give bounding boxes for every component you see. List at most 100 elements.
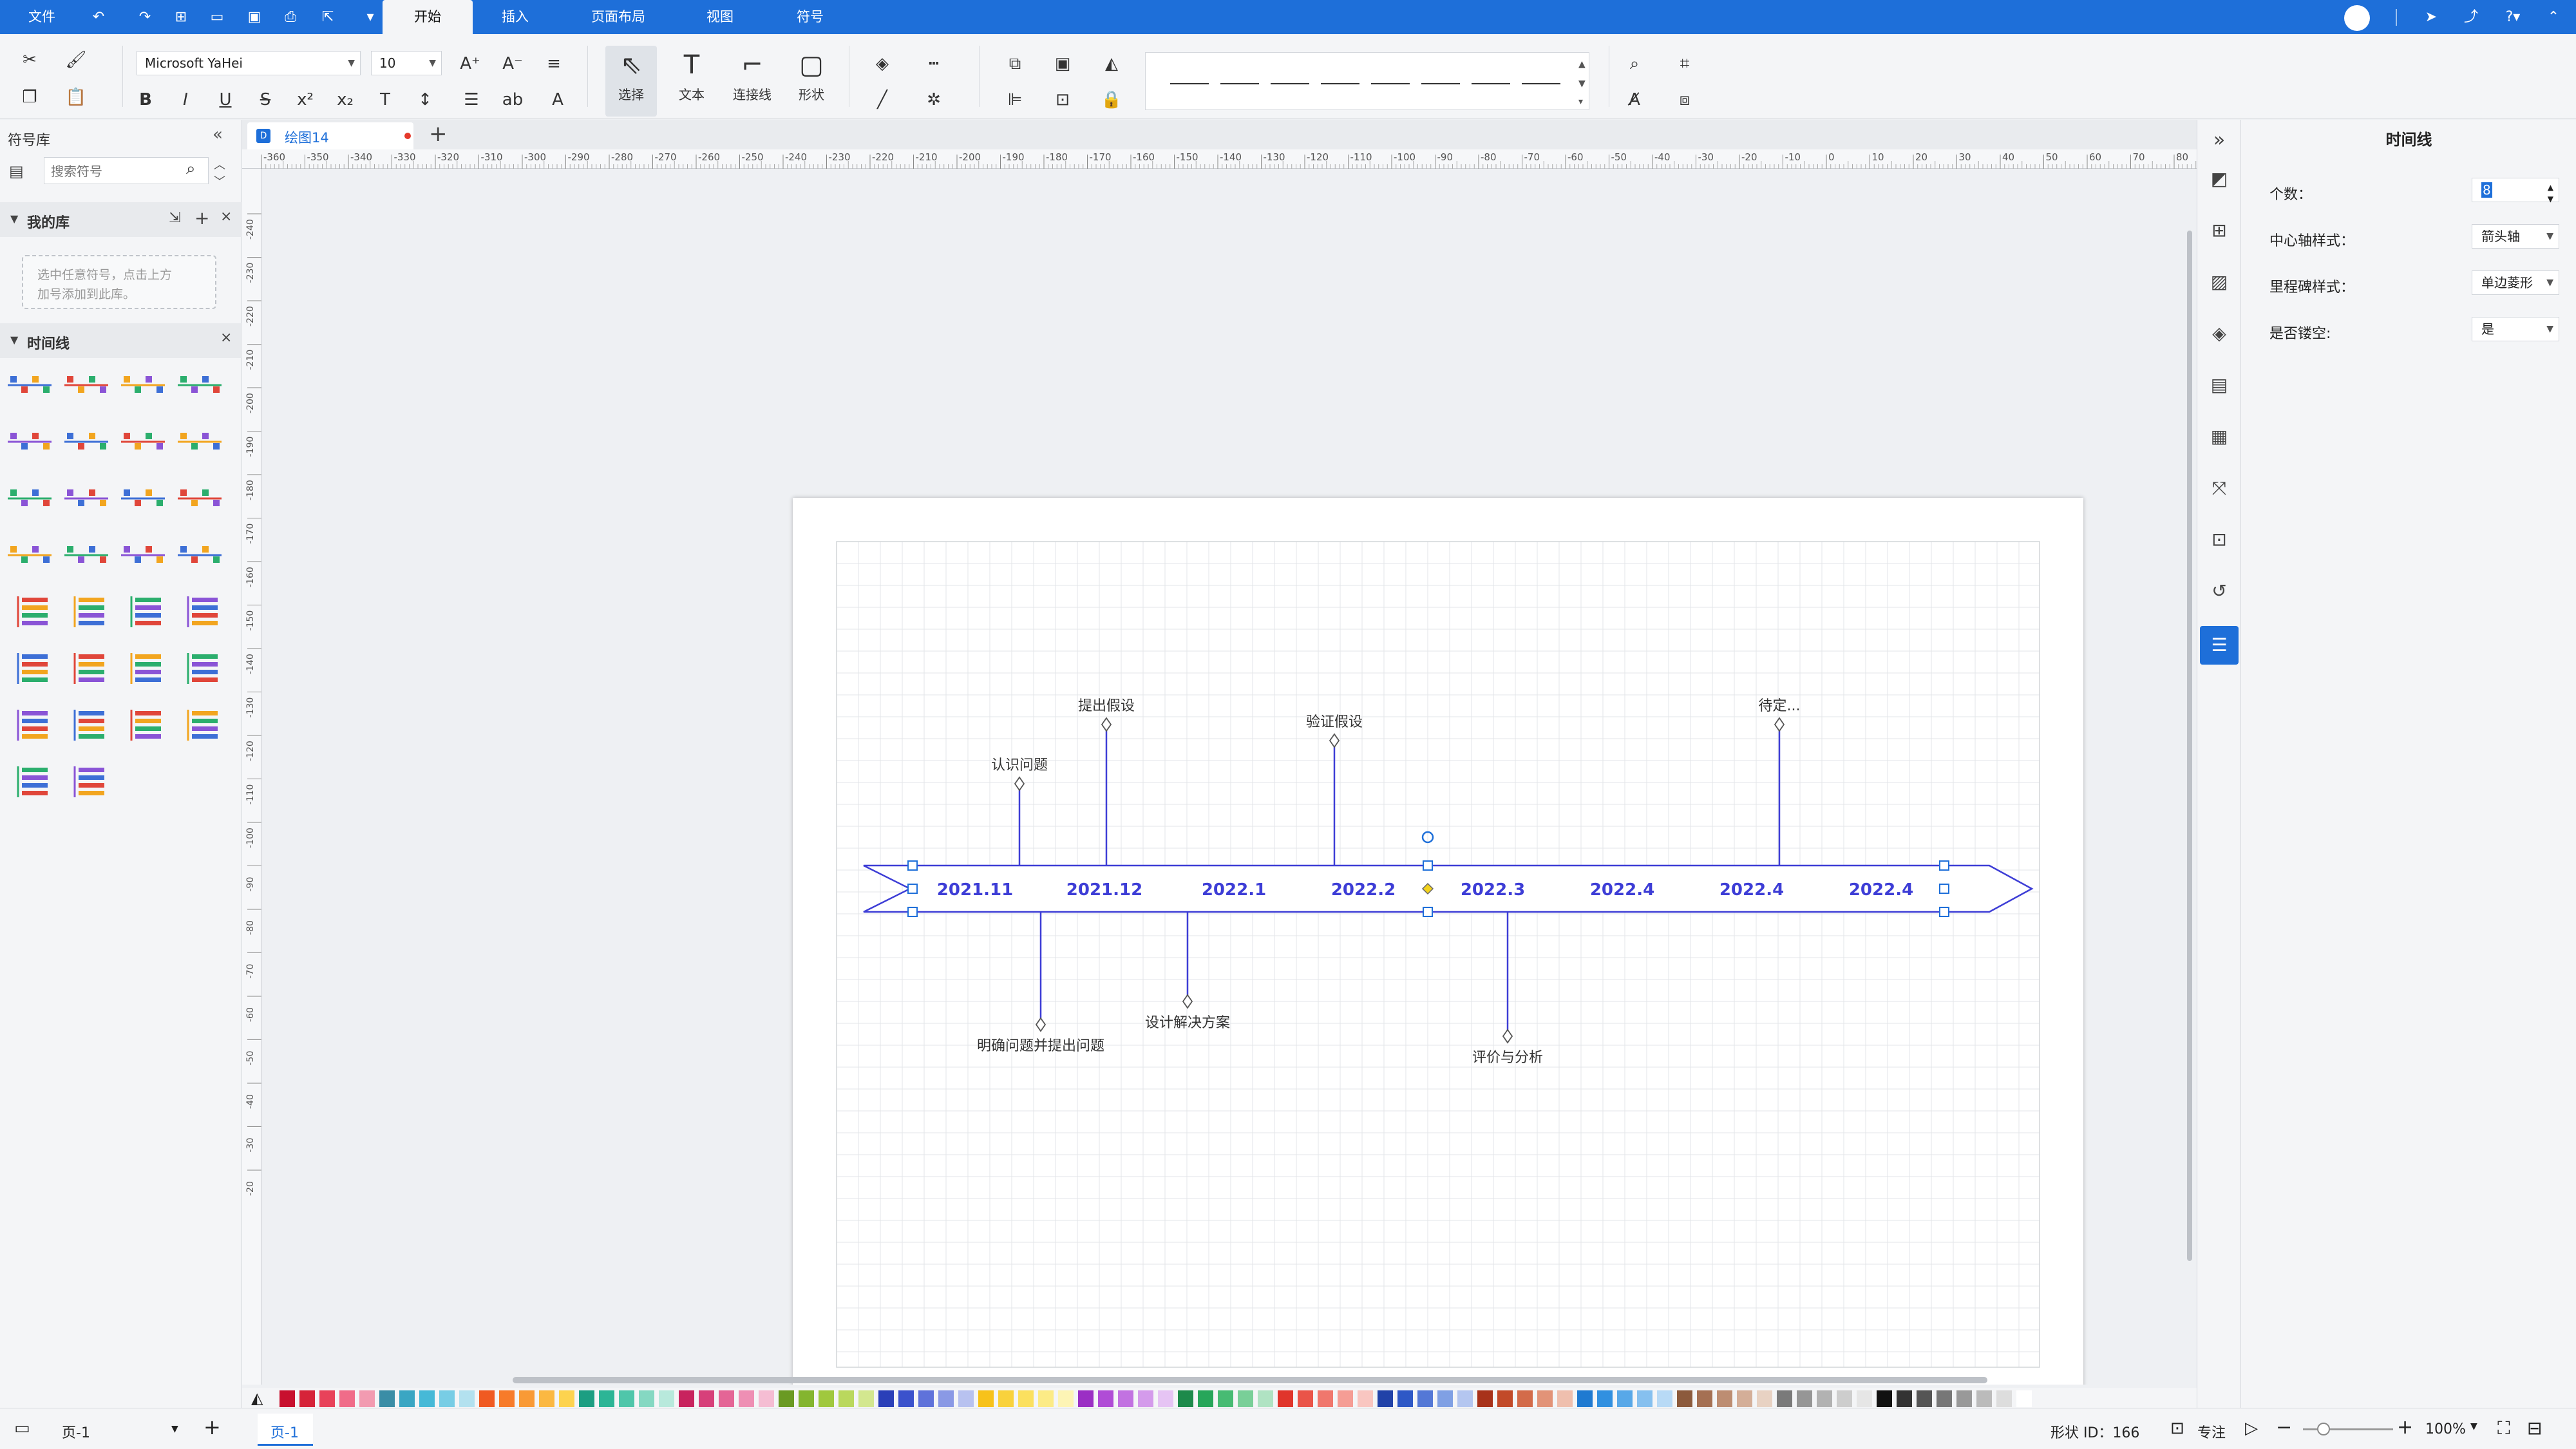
color-swatch[interactable]	[1717, 1390, 1732, 1407]
drawing-page[interactable]: 2021.11 2021.12 2022.1 2022.2 2022.3 2022.4 20…	[793, 498, 2083, 1385]
color-swatch[interactable]	[1338, 1390, 1353, 1407]
color-swatch[interactable]	[1517, 1390, 1533, 1407]
tab-home[interactable]: 开始	[383, 0, 473, 34]
import-icon[interactable]: ⇲	[169, 210, 180, 226]
fill-color-icon[interactable]: ◈	[869, 51, 895, 77]
resize-handle[interactable]	[1939, 907, 1949, 917]
group-icon[interactable]: ▣	[1050, 51, 1075, 77]
color-swatch[interactable]	[1477, 1390, 1493, 1407]
align-objects-icon[interactable]: ⊫	[1002, 87, 1028, 113]
close-icon[interactable]: ×	[220, 209, 232, 225]
bold-icon[interactable]: B	[133, 87, 158, 113]
timeline-template-thumbnail[interactable]	[5, 650, 54, 687]
tab-insert[interactable]: 插入	[484, 0, 546, 34]
tab-symbol[interactable]: 符号	[779, 0, 841, 34]
timeline-properties-icon[interactable]: ☰	[2200, 626, 2239, 665]
distribute-icon[interactable]: ⊡	[1050, 87, 1075, 113]
milestone-below[interactable]: 评价与分析	[1472, 912, 1543, 1066]
milestone-below[interactable]: 明确问题并提出问题	[977, 912, 1104, 1054]
file-menu[interactable]: 文件	[19, 0, 64, 34]
line-style-icon[interactable]: ┅	[921, 51, 947, 77]
zoom-in-icon[interactable]: +	[2397, 1416, 2413, 1439]
color-swatch[interactable]	[779, 1390, 794, 1407]
shape-tool-button[interactable]: ▢ 形状	[786, 46, 837, 117]
library-menu-icon[interactable]: ▤	[9, 162, 24, 180]
resize-handle[interactable]	[1423, 907, 1433, 917]
color-swatch[interactable]	[1178, 1390, 1193, 1407]
color-swatch[interactable]	[419, 1390, 435, 1407]
save-icon[interactable]: ▣	[245, 8, 264, 27]
color-swatch[interactable]	[1158, 1390, 1173, 1407]
share-icon[interactable]: ⤴	[2461, 8, 2481, 27]
bullet-list-icon[interactable]: ☰	[459, 87, 484, 113]
font-color-icon[interactable]: A	[545, 87, 571, 113]
timeline-template-thumbnail[interactable]	[5, 594, 54, 630]
color-swatch[interactable]	[1557, 1390, 1573, 1407]
color-swatch[interactable]	[439, 1390, 455, 1407]
axis-style-select[interactable]: 箭头轴 ▼	[2472, 224, 2559, 249]
color-swatch[interactable]	[2016, 1390, 2032, 1407]
timeline-template-thumbnail[interactable]	[175, 424, 224, 460]
text-tool-button[interactable]: T 文本	[666, 46, 717, 117]
timeline-template-thumbnail[interactable]	[118, 424, 167, 460]
timeline-date-label[interactable]: 2021.11	[937, 880, 1013, 900]
timeline-template-thumbnail[interactable]	[118, 537, 167, 573]
cut-icon[interactable]: ✂	[17, 47, 43, 73]
color-swatch[interactable]	[1038, 1390, 1054, 1407]
scroll-up-icon[interactable]: ︿	[214, 156, 225, 173]
color-swatch[interactable]	[1437, 1390, 1453, 1407]
color-swatch[interactable]	[1937, 1390, 1952, 1407]
count-stepper[interactable]: 8 ▲ ▼	[2472, 178, 2559, 204]
my-library-section[interactable]: ▼ 我的库 ⇲ + ×	[0, 202, 242, 237]
resize-handle[interactable]	[1939, 860, 1949, 871]
my-library-dropzone[interactable]: 选中任意符号，点击上方 加号添加到此库。	[22, 255, 216, 309]
milestone-below[interactable]: 设计解决方案	[1145, 912, 1230, 1031]
color-swatch[interactable]	[399, 1390, 415, 1407]
timeline-date-label[interactable]: 2022.4	[1590, 880, 1654, 900]
color-swatch[interactable]	[1976, 1390, 1992, 1407]
color-swatch[interactable]	[838, 1390, 854, 1407]
color-swatch[interactable]	[659, 1390, 674, 1407]
line-spacing-icon[interactable]: ↕	[412, 87, 438, 113]
color-swatch[interactable]	[938, 1390, 954, 1407]
focus-mode-button[interactable]: 专注	[2197, 1421, 2226, 1442]
redo-icon[interactable]: ↷	[135, 8, 155, 27]
milestone-above[interactable]: 验证假设	[1306, 714, 1363, 866]
vertical-ruler[interactable]: -240 -230 -220 -210 -200 -190 -180 -170 -160 -150…	[242, 169, 261, 1385]
timeline-template-thumbnail[interactable]	[62, 537, 111, 573]
timeline-template-thumbnail[interactable]	[118, 480, 167, 516]
add-icon[interactable]: +	[194, 207, 209, 229]
color-swatch[interactable]	[459, 1390, 475, 1407]
line-color-icon[interactable]: ╱	[869, 87, 895, 113]
font-family-select[interactable]: Microsoft YaHei ▼	[137, 51, 361, 75]
timeline-section[interactable]: ▼ 时间线 ×	[0, 323, 242, 358]
focus-icon[interactable]: ⊡	[2170, 1419, 2184, 1438]
send-icon[interactable]: ➤	[2421, 8, 2441, 27]
color-swatch[interactable]	[878, 1390, 894, 1407]
zoom-slider-handle[interactable]	[2317, 1423, 2330, 1435]
color-swatch[interactable]	[898, 1390, 914, 1407]
color-swatch[interactable]	[1358, 1390, 1373, 1407]
color-swatch[interactable]	[1657, 1390, 1672, 1407]
chevron-down-icon[interactable]: ▼	[2470, 1421, 2477, 1432]
milestone-above[interactable]: 提出假设	[1078, 698, 1135, 866]
timeline-template-thumbnail[interactable]	[62, 764, 111, 800]
resize-handle[interactable]	[1423, 860, 1433, 871]
page-icon[interactable]: ▤	[2206, 372, 2232, 398]
color-swatch[interactable]	[679, 1390, 694, 1407]
timeline-date-label[interactable]: 2022.4	[1719, 880, 1784, 900]
color-swatch[interactable]	[1238, 1390, 1253, 1407]
timeline-template-thumbnail[interactable]	[175, 367, 224, 403]
color-swatch[interactable]	[379, 1390, 395, 1407]
color-swatch[interactable]	[539, 1390, 554, 1407]
color-swatch[interactable]	[978, 1390, 994, 1407]
timeline-template-thumbnail[interactable]	[118, 707, 167, 743]
color-swatch[interactable]	[1857, 1390, 1872, 1407]
add-page-icon[interactable]: +	[204, 1415, 221, 1439]
play-icon[interactable]: ▷	[2245, 1419, 2258, 1438]
new-file-icon[interactable]: ⊞	[171, 8, 191, 27]
resize-handle[interactable]	[1939, 884, 1949, 894]
strikethrough-icon[interactable]: S	[252, 87, 278, 113]
timeline-template-thumbnail[interactable]	[5, 764, 54, 800]
color-swatch[interactable]	[1737, 1390, 1752, 1407]
